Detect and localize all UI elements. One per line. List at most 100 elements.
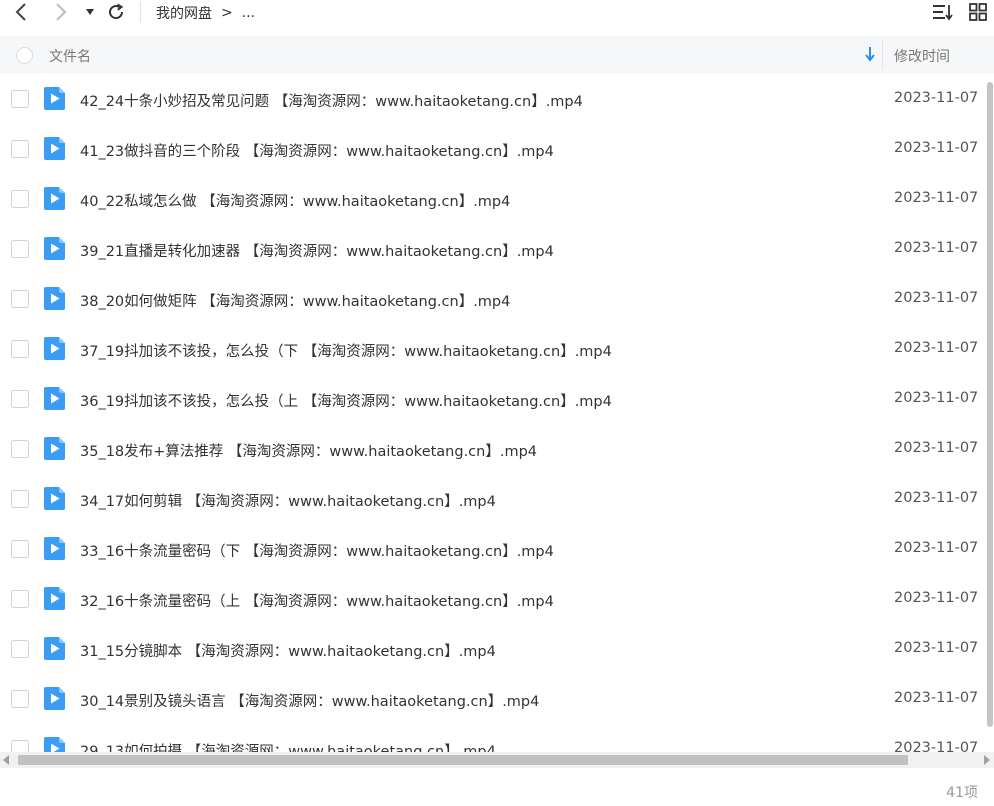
video-file-icon	[44, 87, 65, 110]
file-name[interactable]: 31_15分镜脚本 【海淘资源网：www.haitaoketang.cn】.mp…	[80, 640, 496, 661]
video-file-icon	[44, 337, 65, 360]
video-file-icon	[44, 487, 65, 510]
sort-menu-button[interactable]	[930, 0, 956, 24]
file-name[interactable]: 32_16十条流量密码（上 【海淘资源网：www.haitaoketang.cn…	[80, 590, 554, 611]
breadcrumb: 我的网盘 > ...	[156, 3, 255, 23]
row-checkbox[interactable]	[11, 440, 29, 458]
sort-descending-icon[interactable]	[864, 46, 876, 66]
row-checkbox[interactable]	[11, 90, 29, 108]
file-row[interactable]: 29_13如何拍摄 【海淘资源网：www.haitaoketang.cn】.mp…	[0, 724, 986, 752]
row-checkbox[interactable]	[11, 590, 29, 608]
file-modified-date: 2023-11-07	[894, 640, 979, 656]
item-count: 41项	[946, 785, 978, 801]
scroll-right-icon[interactable]	[984, 755, 990, 765]
file-row[interactable]: 33_16十条流量密码（下 【海淘资源网：www.haitaoketang.cn…	[0, 524, 986, 574]
file-name[interactable]: 36_19抖加该不该投，怎么投（上 【海淘资源网：www.haitaoketan…	[80, 390, 612, 411]
caret-down-icon	[86, 9, 94, 15]
row-checkbox[interactable]	[11, 290, 29, 308]
file-modified-date: 2023-11-07	[894, 490, 979, 506]
file-name[interactable]: 42_24十条小妙招及常见问题 【海淘资源网：www.haitaoketang.…	[80, 90, 583, 111]
row-checkbox[interactable]	[11, 540, 29, 558]
file-manager-window: 我的网盘 > ... 文件名 修改时间 42_24十条小妙招及常见问题 【海淘资…	[0, 0, 994, 806]
video-file-icon	[44, 387, 65, 410]
breadcrumb-root[interactable]: 我的网盘	[156, 3, 212, 23]
vertical-scrollbar[interactable]	[986, 74, 994, 752]
file-row[interactable]: 40_22私域怎么做 【海淘资源网：www.haitaoketang.cn】.m…	[0, 174, 986, 224]
file-row[interactable]: 39_21直播是转化加速器 【海淘资源网：www.haitaoketang.cn…	[0, 224, 986, 274]
video-file-icon	[44, 137, 65, 160]
file-row[interactable]: 41_23做抖音的三个阶段 【海淘资源网：www.haitaoketang.cn…	[0, 124, 986, 174]
status-bar: 41项	[0, 768, 994, 806]
file-name[interactable]: 29_13如何拍摄 【海淘资源网：www.haitaoketang.cn】.mp…	[80, 740, 496, 752]
back-button[interactable]	[10, 0, 32, 24]
column-header-modified-time[interactable]: 修改时间	[894, 46, 950, 66]
file-modified-date: 2023-11-07	[894, 90, 979, 106]
checkbox-box	[16, 47, 33, 64]
file-name[interactable]: 35_18发布+算法推荐 【海淘资源网：www.haitaoketang.cn】…	[80, 440, 537, 461]
file-name[interactable]: 41_23做抖音的三个阶段 【海淘资源网：www.haitaoketang.cn…	[80, 140, 554, 161]
video-file-icon	[44, 187, 65, 210]
column-header-name[interactable]: 文件名	[49, 46, 91, 66]
file-name[interactable]: 37_19抖加该不该投，怎么投（下 【海淘资源网：www.haitaoketan…	[80, 340, 612, 361]
toolbar: 我的网盘 > ...	[0, 0, 994, 26]
file-row[interactable]: 35_18发布+算法推荐 【海淘资源网：www.haitaoketang.cn】…	[0, 424, 986, 474]
video-file-icon	[44, 687, 65, 710]
file-modified-date: 2023-11-07	[894, 440, 979, 456]
video-file-icon	[44, 237, 65, 260]
row-checkbox[interactable]	[11, 340, 29, 358]
file-row[interactable]: 30_14景别及镜头语言 【海淘资源网：www.haitaoketang.cn】…	[0, 674, 986, 724]
file-modified-date: 2023-11-07	[894, 390, 979, 406]
file-row[interactable]: 34_17如何剪辑 【海淘资源网：www.haitaoketang.cn】.mp…	[0, 474, 986, 524]
file-modified-date: 2023-11-07	[894, 290, 979, 306]
breadcrumb-separator: >	[221, 5, 233, 21]
row-checkbox[interactable]	[11, 640, 29, 658]
video-file-icon	[44, 637, 65, 660]
breadcrumb-ellipsis[interactable]: ...	[242, 5, 255, 21]
file-modified-date: 2023-11-07	[894, 690, 979, 706]
row-checkbox[interactable]	[11, 240, 29, 258]
vertical-scrollbar-thumb[interactable]	[987, 82, 993, 727]
horizontal-scrollbar[interactable]	[0, 752, 994, 768]
file-name[interactable]: 34_17如何剪辑 【海淘资源网：www.haitaoketang.cn】.mp…	[80, 490, 496, 511]
file-name[interactable]: 38_20如何做矩阵 【海淘资源网：www.haitaoketang.cn】.m…	[80, 290, 510, 311]
refresh-icon	[109, 3, 124, 20]
file-name[interactable]: 40_22私域怎么做 【海淘资源网：www.haitaoketang.cn】.m…	[80, 190, 510, 211]
file-modified-date: 2023-11-07	[894, 740, 979, 752]
file-modified-date: 2023-11-07	[894, 340, 979, 356]
sort-list-icon	[933, 5, 953, 21]
history-dropdown-button[interactable]	[82, 0, 98, 24]
refresh-button[interactable]	[104, 0, 128, 24]
chevron-left-icon	[15, 3, 26, 21]
file-list: 42_24十条小妙招及常见问题 【海淘资源网：www.haitaoketang.…	[0, 74, 986, 752]
video-file-icon	[44, 587, 65, 610]
grid-view-icon	[969, 3, 987, 21]
file-name[interactable]: 39_21直播是转化加速器 【海淘资源网：www.haitaoketang.cn…	[80, 240, 554, 261]
file-row[interactable]: 38_20如何做矩阵 【海淘资源网：www.haitaoketang.cn】.m…	[0, 274, 986, 324]
file-row[interactable]: 37_19抖加该不该投，怎么投（下 【海淘资源网：www.haitaoketan…	[0, 324, 986, 374]
forward-button[interactable]	[50, 0, 72, 24]
scroll-left-icon[interactable]	[3, 755, 9, 765]
row-checkbox[interactable]	[11, 690, 29, 708]
video-file-icon	[44, 287, 65, 310]
file-name[interactable]: 30_14景别及镜头语言 【海淘资源网：www.haitaoketang.cn】…	[80, 690, 539, 711]
file-modified-date: 2023-11-07	[894, 240, 979, 256]
select-all-checkbox[interactable]	[16, 47, 33, 64]
row-checkbox[interactable]	[11, 390, 29, 408]
row-checkbox[interactable]	[11, 490, 29, 508]
file-row[interactable]: 36_19抖加该不该投，怎么投（上 【海淘资源网：www.haitaoketan…	[0, 374, 986, 424]
row-checkbox[interactable]	[11, 740, 29, 752]
list-header: 文件名 修改时间	[0, 36, 994, 74]
file-name[interactable]: 33_16十条流量密码（下 【海淘资源网：www.haitaoketang.cn…	[80, 540, 554, 561]
file-row[interactable]: 42_24十条小妙招及常见问题 【海淘资源网：www.haitaoketang.…	[0, 74, 986, 124]
file-row[interactable]: 31_15分镜脚本 【海淘资源网：www.haitaoketang.cn】.mp…	[0, 624, 986, 674]
file-row[interactable]: 32_16十条流量密码（上 【海淘资源网：www.haitaoketang.cn…	[0, 574, 986, 624]
row-checkbox[interactable]	[11, 190, 29, 208]
grid-view-button[interactable]	[966, 0, 990, 24]
file-modified-date: 2023-11-07	[894, 590, 979, 606]
video-file-icon	[44, 437, 65, 460]
file-modified-date: 2023-11-07	[894, 540, 979, 556]
column-divider[interactable]	[882, 40, 883, 70]
row-checkbox[interactable]	[11, 140, 29, 158]
horizontal-scrollbar-thumb[interactable]	[18, 755, 908, 765]
video-file-icon	[44, 537, 65, 560]
